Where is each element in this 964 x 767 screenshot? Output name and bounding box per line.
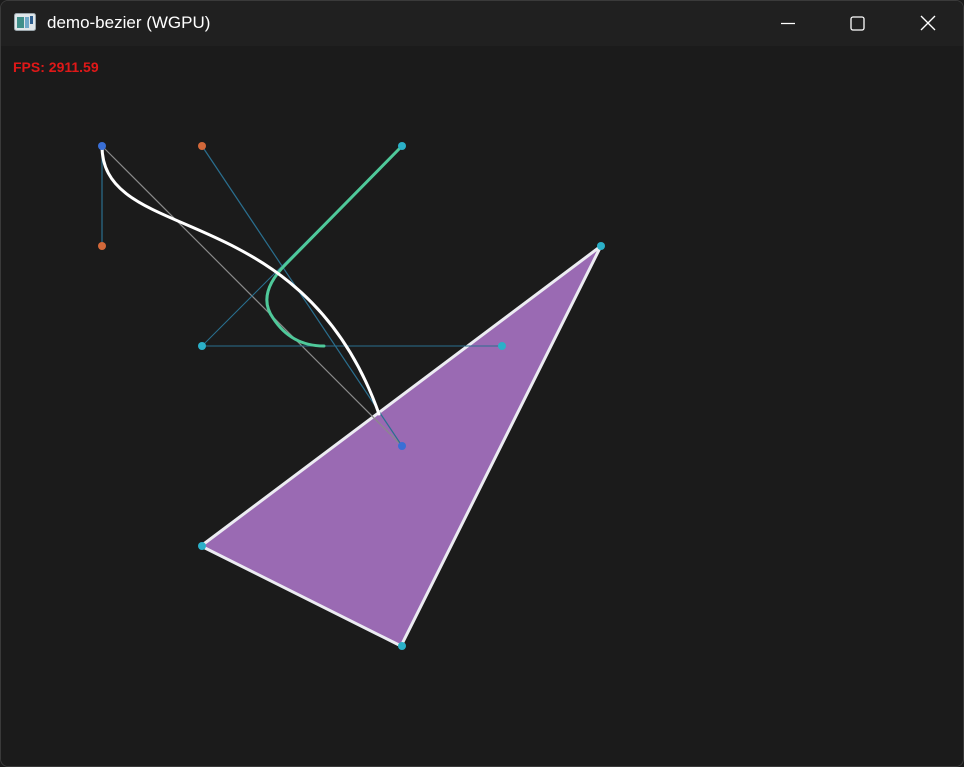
minimize-button[interactable] bbox=[753, 1, 823, 46]
minimize-icon bbox=[781, 22, 795, 25]
triangle-vertex-top-right[interactable] bbox=[597, 242, 605, 250]
close-icon bbox=[920, 15, 936, 31]
control-point-orange-upper[interactable] bbox=[198, 142, 206, 150]
control-point-blue-end[interactable] bbox=[398, 442, 406, 450]
window-title: demo-bezier (WGPU) bbox=[47, 13, 211, 32]
triangle-vertex-bottom[interactable] bbox=[398, 642, 406, 650]
control-point-cyan-right[interactable] bbox=[498, 342, 506, 350]
app-window-icon bbox=[14, 13, 36, 31]
app-window: demo-bezier (WGPU) FPS: 2911.59 bbox=[0, 0, 964, 767]
title-bar[interactable]: demo-bezier (WGPU) bbox=[1, 1, 963, 46]
guide-line-blue-diagonal bbox=[201, 145, 403, 447]
white-bezier-curve bbox=[100, 144, 381, 416]
triangle-vertex-left[interactable] bbox=[198, 542, 206, 550]
control-point-blue-start[interactable] bbox=[98, 142, 106, 150]
close-button[interactable] bbox=[893, 1, 963, 46]
control-point-cyan-top[interactable] bbox=[398, 142, 406, 150]
render-viewport[interactable]: FPS: 2911.59 bbox=[1, 46, 963, 766]
teal-bezier-curve bbox=[265, 144, 404, 348]
control-point-orange-lower[interactable] bbox=[98, 242, 106, 250]
control-point-cyan-left[interactable] bbox=[198, 342, 206, 350]
maximize-button[interactable] bbox=[823, 1, 893, 46]
maximize-icon bbox=[850, 16, 865, 31]
bezier-scene[interactable] bbox=[1, 46, 963, 766]
